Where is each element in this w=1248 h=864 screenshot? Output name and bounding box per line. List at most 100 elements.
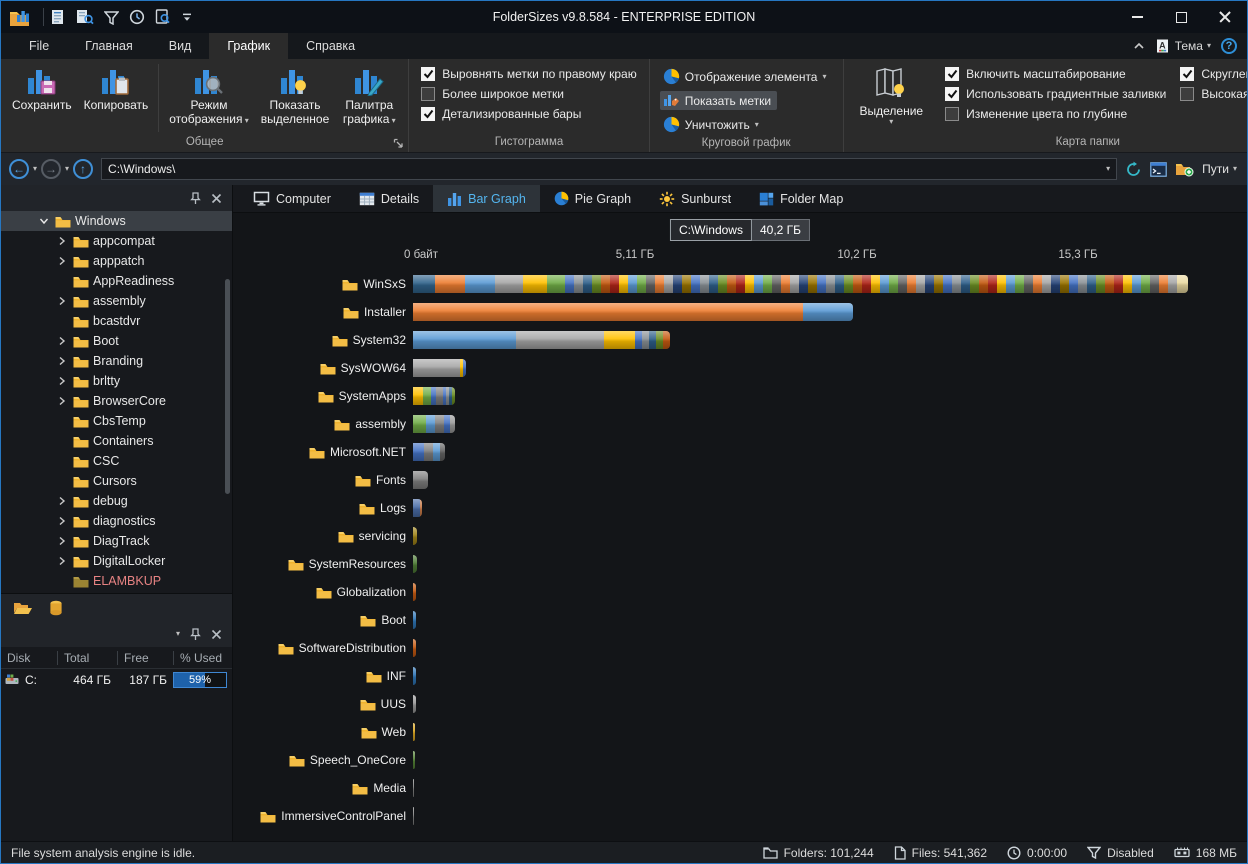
tab-sunburst[interactable]: Sunburst [645,185,745,212]
ribbon-item-2[interactable]: Уничтожить▾ [660,114,765,135]
forward-history-dropdown-icon[interactable]: ▾ [65,165,69,173]
tree-item-boot[interactable]: Boot [1,331,232,351]
back-button[interactable]: ← [9,159,29,179]
tree-item-debug[interactable]: debug [1,491,232,511]
drives-view-button[interactable] [49,600,63,616]
close-panel-icon[interactable] [211,193,222,204]
checkbox-2[interactable]: Изменение цвета по глубине [945,107,1166,121]
close-panel-icon[interactable] [211,629,222,640]
ribbon-button-display-mode[interactable]: Режимотображения ▾ [164,62,253,128]
bar-row-label[interactable]: assembly [233,417,413,431]
bar-row-label[interactable]: ImmersiveControlPanel [233,809,413,823]
checkbox-0[interactable]: Скругленные углы [1180,67,1248,81]
app-icon[interactable] [9,7,31,27]
pin-icon[interactable] [190,192,201,205]
tab-pie-graph[interactable]: Pie Graph [540,185,645,212]
command-prompt-button[interactable] [1150,162,1167,177]
schedule-button[interactable] [129,9,145,25]
expander-closed-icon[interactable] [55,396,69,406]
expander-closed-icon[interactable] [55,496,69,506]
bar[interactable] [413,527,417,545]
bar-row-label[interactable]: INF [233,669,413,683]
bar[interactable] [413,275,1188,293]
expander-closed-icon[interactable] [55,536,69,546]
help-button[interactable]: ? [1221,38,1237,54]
bar[interactable] [413,751,415,769]
tab-computer[interactable]: Computer [239,185,345,212]
bar[interactable] [413,639,416,657]
search-preview-button[interactable] [155,9,172,25]
tree-item-windows[interactable]: Windows [1,211,232,231]
bar[interactable] [413,303,853,321]
bar-row-label[interactable]: SystemResources [233,557,413,571]
expander-open-icon[interactable] [37,217,51,225]
disk-column-total[interactable]: Total [57,651,117,665]
bar-row-label[interactable]: Installer [233,305,413,319]
menu-tab-вид[interactable]: Вид [151,33,210,59]
bar[interactable] [413,387,455,405]
menu-tab-справка[interactable]: Справка [288,33,373,59]
tree-item-browsercore[interactable]: BrowserCore [1,391,232,411]
tree-item-digitallocker[interactable]: DigitalLocker [1,551,232,571]
bar-row-label[interactable]: Microsoft.NET [233,445,413,459]
minimize-button[interactable] [1115,1,1159,33]
bar[interactable] [413,723,415,741]
bar-row-label[interactable]: Fonts [233,473,413,487]
tree-item-containers[interactable]: Containers [1,431,232,451]
report-button[interactable] [50,9,66,25]
qat-dropdown-button[interactable] [182,12,192,22]
bar-row-label[interactable]: Media [233,781,413,795]
pin-icon[interactable] [190,628,201,641]
ribbon-button-selection[interactable]: Выделение▾ [852,62,932,128]
report-search-button[interactable] [76,9,94,25]
expander-closed-icon[interactable] [55,336,69,346]
disk-row[interactable]: C:464 ГБ187 ГБ59% [1,669,232,691]
bar-row-label[interactable]: Speech_OneCore [233,753,413,767]
expander-closed-icon[interactable] [55,356,69,366]
bar[interactable] [413,555,417,573]
bar-row-label[interactable]: Web [233,725,413,739]
dialog-launcher-icon[interactable] [393,138,404,149]
tree-item-diagtrack[interactable]: DiagTrack [1,531,232,551]
bar[interactable] [413,695,416,713]
maximize-button[interactable] [1159,1,1203,33]
ribbon-item-1[interactable]: Показать метки [660,91,777,110]
bar[interactable] [413,807,414,825]
disk-column-disk[interactable]: Disk [1,651,57,665]
bar[interactable] [413,667,416,685]
collapse-ribbon-button[interactable] [1133,42,1145,50]
add-path-button[interactable] [1175,161,1194,177]
up-button[interactable]: ↑ [73,159,93,179]
path-input[interactable]: C:\Windows\ ▾ [101,158,1117,180]
bar-row-label[interactable]: SoftwareDistribution [233,641,413,655]
refresh-button[interactable] [1125,161,1142,178]
bar[interactable] [413,583,416,601]
tree-item-cursors[interactable]: Cursors [1,471,232,491]
bar-row-label[interactable]: SysWOW64 [233,361,413,375]
menu-tab-график[interactable]: График [209,33,288,59]
bar[interactable] [413,499,422,517]
expander-closed-icon[interactable] [55,376,69,386]
bar[interactable] [413,443,445,461]
disk-column-used[interactable]: % Used [173,651,230,665]
tree-item-cbstemp[interactable]: CbsTemp [1,411,232,431]
bar-row-label[interactable]: UUS [233,697,413,711]
tab-bar-graph[interactable]: Bar Graph [433,185,540,212]
chevron-down-icon[interactable]: ▾ [176,630,180,638]
checkbox-1[interactable]: Высокая детализация [1180,87,1248,101]
forward-button[interactable]: → [41,159,61,179]
bar[interactable] [413,471,428,489]
close-button[interactable] [1203,1,1247,33]
checkbox-1[interactable]: Более широкое метки [421,87,564,101]
tree-item-apppatch[interactable]: apppatch [1,251,232,271]
tab-folder-map[interactable]: Folder Map [745,185,857,212]
filter-button[interactable] [104,10,119,25]
back-history-dropdown-icon[interactable]: ▾ [33,165,37,173]
tree-item-assembly[interactable]: assembly [1,291,232,311]
tree-item-elambkup[interactable]: ELAMBKUP [1,571,232,591]
tab-details[interactable]: Details [345,185,433,212]
bar-row-label[interactable]: System32 [233,333,413,347]
bar[interactable] [413,779,414,797]
tree-item-brltty[interactable]: brltty [1,371,232,391]
bar[interactable] [413,611,416,629]
